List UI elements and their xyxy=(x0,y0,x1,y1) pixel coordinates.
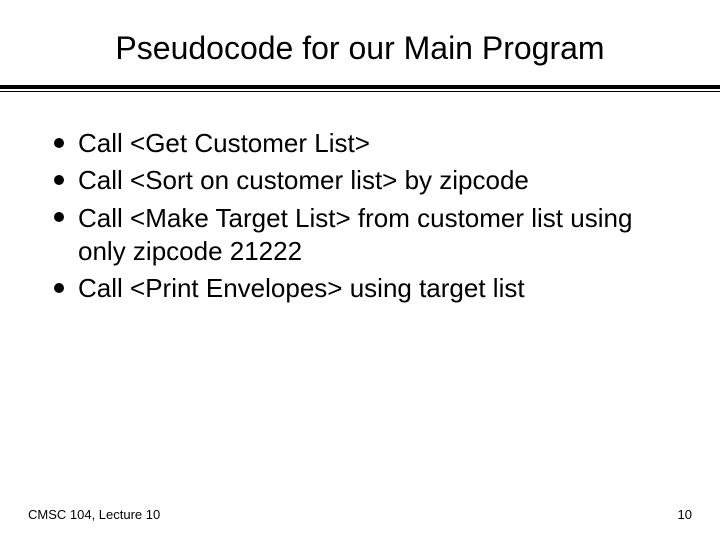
list-item: Call <Sort on customer list> by zipcode xyxy=(48,164,672,197)
list-item: Call <Make Target List> from customer li… xyxy=(48,202,672,269)
slide-title: Pseudocode for our Main Program xyxy=(0,0,720,85)
list-item: Call <Print Envelopes> using target list xyxy=(48,272,672,305)
slide: Pseudocode for our Main Program Call <Ge… xyxy=(0,0,720,540)
slide-body: Call <Get Customer List> Call <Sort on c… xyxy=(0,91,720,305)
divider-thin xyxy=(0,91,720,92)
bullet-list: Call <Get Customer List> Call <Sort on c… xyxy=(48,127,672,305)
divider-thick xyxy=(0,85,720,89)
footer-course: CMSC 104, Lecture 10 xyxy=(28,507,160,522)
footer-page-number: 10 xyxy=(678,507,692,522)
title-divider xyxy=(0,85,720,91)
list-item: Call <Get Customer List> xyxy=(48,127,672,160)
